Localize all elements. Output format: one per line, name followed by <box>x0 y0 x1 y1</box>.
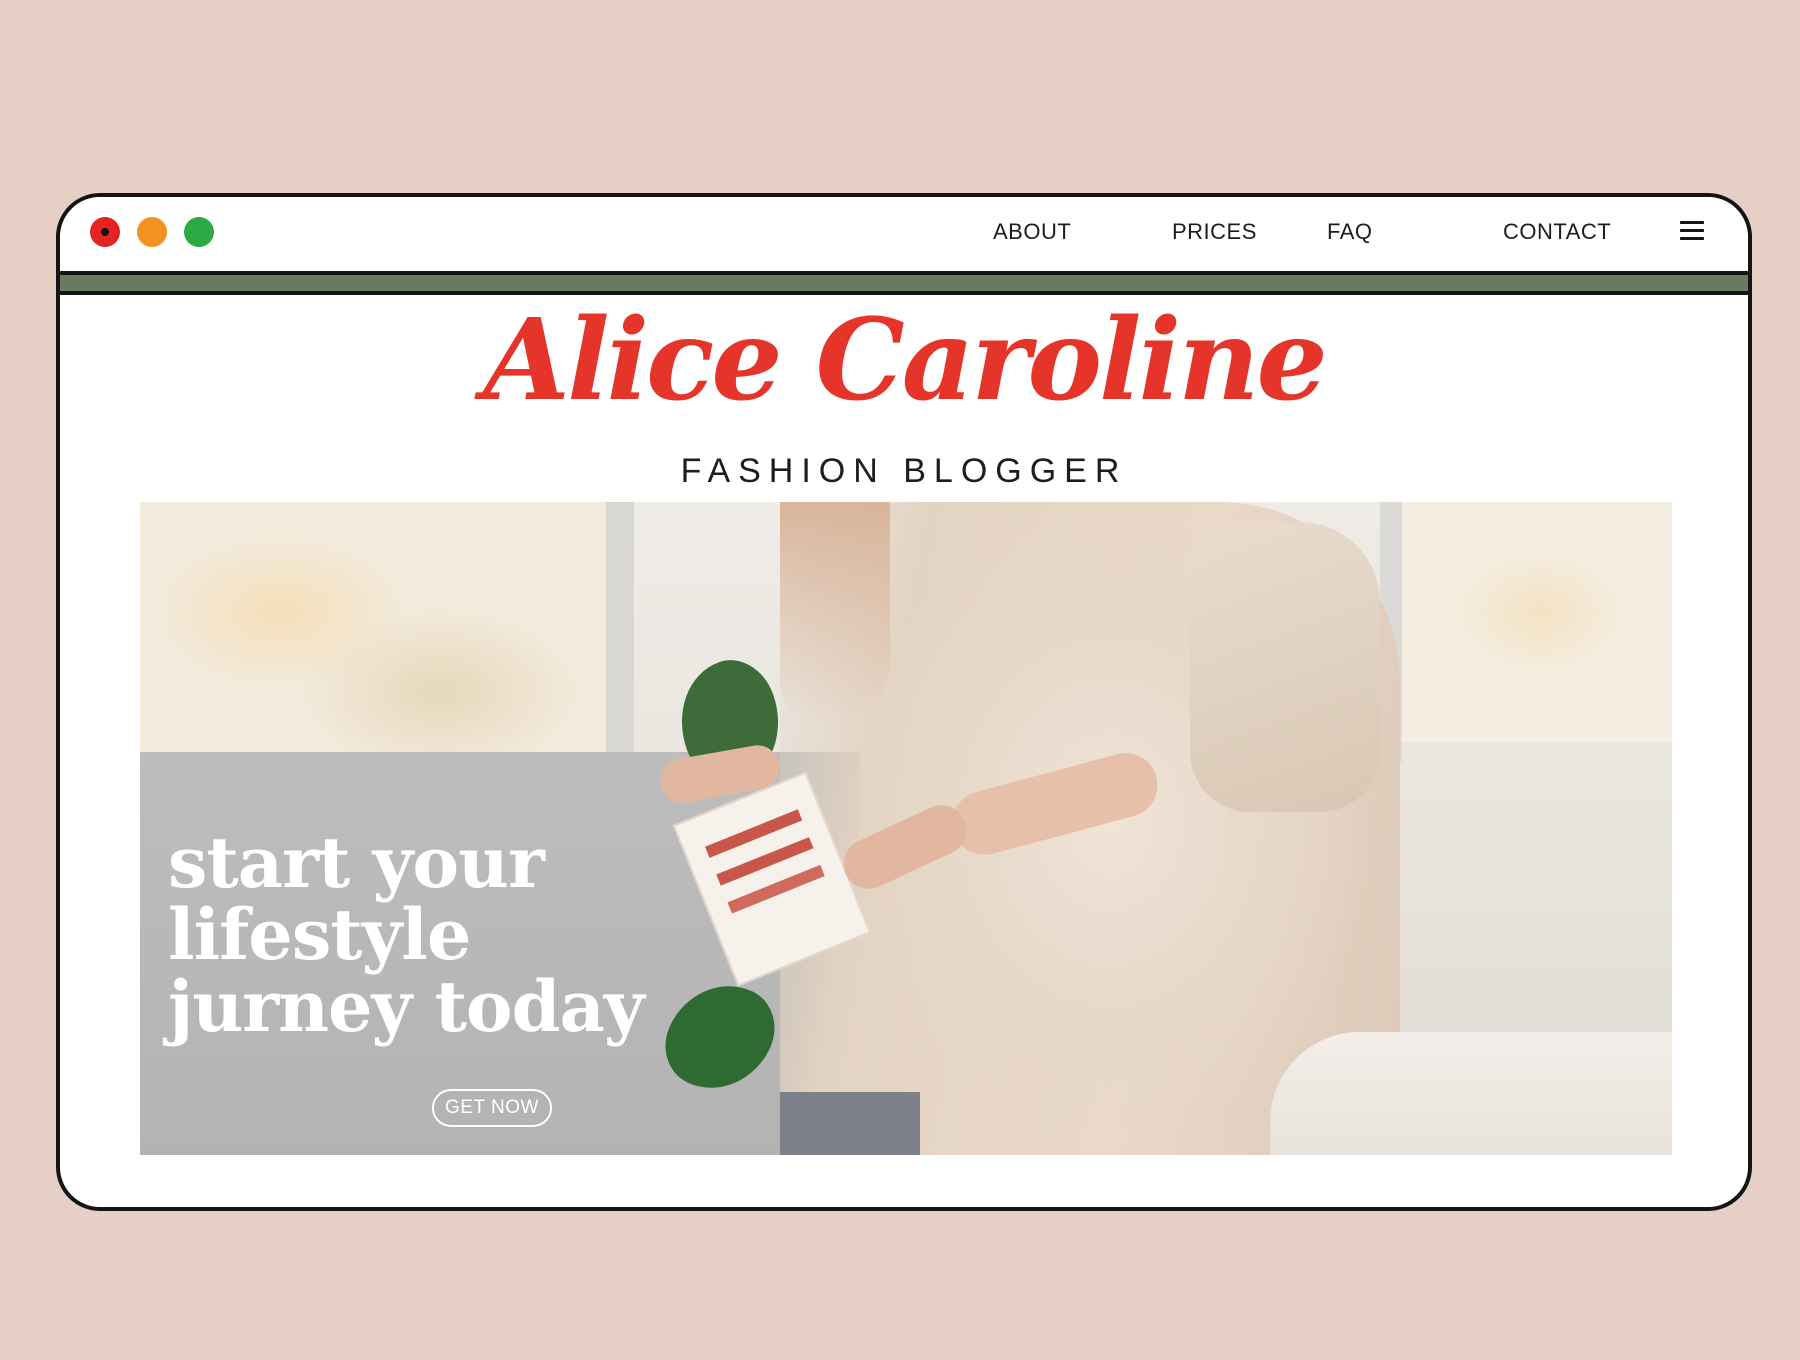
brand-subtitle: FASHION BLOGGER <box>680 452 1128 490</box>
hero-headline: start your lifestyle jurney today <box>168 821 645 1048</box>
close-window-button[interactable] <box>90 217 120 247</box>
hero-photo-window-right <box>1400 502 1672 742</box>
hamburger-menu-icon[interactable] <box>1680 221 1704 241</box>
hero-photo-sleeve <box>1190 522 1380 812</box>
brand-logo-title: Alice Caroline <box>483 295 1328 426</box>
nav-link-about[interactable]: ABOUT <box>993 219 1071 245</box>
hero-photo-jeans <box>780 1092 920 1155</box>
title-bar: ABOUT PRICES FAQ CONTACT <box>60 197 1748 271</box>
nav-link-prices[interactable]: PRICES <box>1172 219 1257 245</box>
browser-window: ABOUT PRICES FAQ CONTACT Alice Caroline … <box>56 193 1752 1211</box>
minimize-window-button[interactable] <box>137 217 167 247</box>
accent-band <box>60 275 1748 291</box>
hero-photo-window-frame <box>606 502 634 782</box>
hero-banner: start your lifestyle jurney today GET NO… <box>140 502 1672 1155</box>
nav-link-faq[interactable]: FAQ <box>1327 219 1373 245</box>
hero-photo-blanket <box>1270 1032 1672 1155</box>
hero-photo-window <box>140 502 620 752</box>
maximize-window-button[interactable] <box>184 217 214 247</box>
hero-photo-hair <box>780 502 890 722</box>
nav-link-contact[interactable]: CONTACT <box>1503 219 1611 245</box>
get-now-button[interactable]: GET NOW <box>432 1089 552 1127</box>
